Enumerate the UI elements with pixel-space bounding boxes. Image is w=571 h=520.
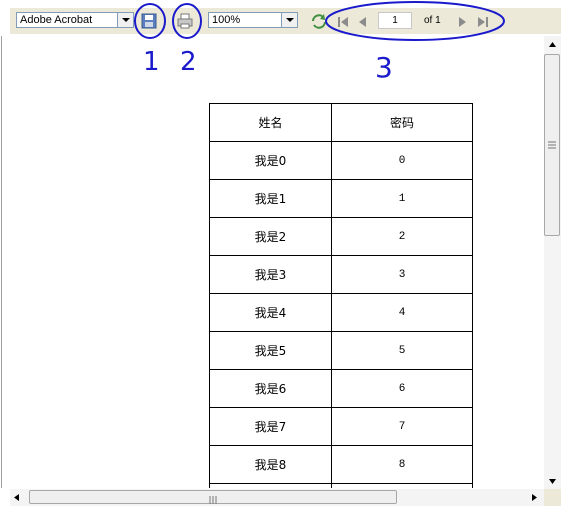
first-page-icon	[338, 17, 348, 27]
document-view[interactable]: 姓名 密码 我是0 0 我是1 1 我是2 2 我是3 3 我是4 4 我是5 5 我是6 6…	[1, 36, 545, 488]
printer-icon	[177, 13, 193, 29]
password-cell: 5	[331, 331, 473, 370]
print-button[interactable]	[175, 11, 195, 31]
vertical-scroll-thumb[interactable]	[544, 54, 560, 236]
scroll-up-icon	[549, 42, 556, 47]
password-cell: 2	[331, 217, 473, 256]
name-cell: 我是5	[209, 331, 332, 370]
name-cell: 我是2	[209, 217, 332, 256]
password-cell: 4	[331, 293, 473, 332]
name-cell: 我是6	[209, 369, 332, 408]
first-page-button[interactable]	[336, 14, 350, 28]
previous-page-button[interactable]	[356, 14, 370, 28]
next-page-button[interactable]	[455, 14, 469, 28]
table-row: 我是0 0	[209, 141, 473, 180]
name-cell: 我是7	[209, 407, 332, 446]
table-row: 我是8 8	[209, 445, 473, 484]
password-cell: 0	[331, 141, 473, 180]
table-row: 我是4 4	[209, 293, 473, 332]
table-row	[209, 483, 473, 488]
table-row: 我是5 5	[209, 331, 473, 370]
previous-page-icon	[359, 17, 366, 27]
viewer-toolbar: Adobe Acrobat 100%	[10, 8, 561, 34]
zoom-select[interactable]: 100%	[208, 12, 298, 28]
last-page-icon	[478, 17, 488, 27]
refresh-button[interactable]	[309, 11, 329, 31]
name-cell: 我是8	[209, 445, 332, 484]
name-cell: 我是0	[209, 141, 332, 180]
password-cell: 6	[331, 369, 473, 408]
last-page-button[interactable]	[476, 14, 490, 28]
pdf-table: 姓名 密码 我是0 0 我是1 1 我是2 2 我是3 3 我是4 4 我是5 5 我是6 6…	[209, 103, 473, 488]
column-header-name: 姓名	[209, 103, 332, 142]
reader-select[interactable]: Adobe Acrobat	[16, 12, 134, 28]
horizontal-scroll-thumb[interactable]	[29, 490, 397, 504]
table-row: 我是7 7	[209, 407, 473, 446]
name-cell: 我是1	[209, 179, 332, 218]
scroll-right-icon	[532, 494, 537, 501]
name-cell: 我是4	[209, 293, 332, 332]
reader-select-value: Adobe Acrobat	[20, 14, 93, 26]
password-cell: 3	[331, 255, 473, 294]
password-cell: 7	[331, 407, 473, 446]
page-number-input[interactable]: 1	[378, 12, 412, 29]
scroll-down-icon	[549, 479, 556, 484]
table-row: 我是2 2	[209, 217, 473, 256]
table-row: 我是3 3	[209, 255, 473, 294]
page-number-value: 1	[392, 15, 398, 26]
table-row: 我是1 1	[209, 179, 473, 218]
save-icon	[141, 13, 157, 29]
password-cell	[331, 483, 473, 488]
scroll-left-icon	[14, 494, 19, 501]
grip-icon	[209, 496, 217, 504]
chevron-down-icon[interactable]	[117, 13, 133, 27]
chevron-down-icon[interactable]	[281, 13, 297, 27]
name-cell	[209, 483, 332, 488]
name-cell: 我是3	[209, 255, 332, 294]
table-header-row: 姓名 密码	[209, 103, 473, 142]
password-cell: 1	[331, 179, 473, 218]
refresh-icon	[312, 14, 326, 29]
save-button[interactable]	[139, 11, 159, 31]
grip-icon	[548, 141, 556, 149]
table-row: 我是6 6	[209, 369, 473, 408]
next-page-icon	[459, 17, 466, 27]
scrollbar-corner	[544, 489, 561, 506]
zoom-select-value: 100%	[212, 14, 241, 26]
password-cell: 8	[331, 445, 473, 484]
page-total-label: of 1	[424, 15, 441, 26]
column-header-password: 密码	[331, 103, 473, 142]
